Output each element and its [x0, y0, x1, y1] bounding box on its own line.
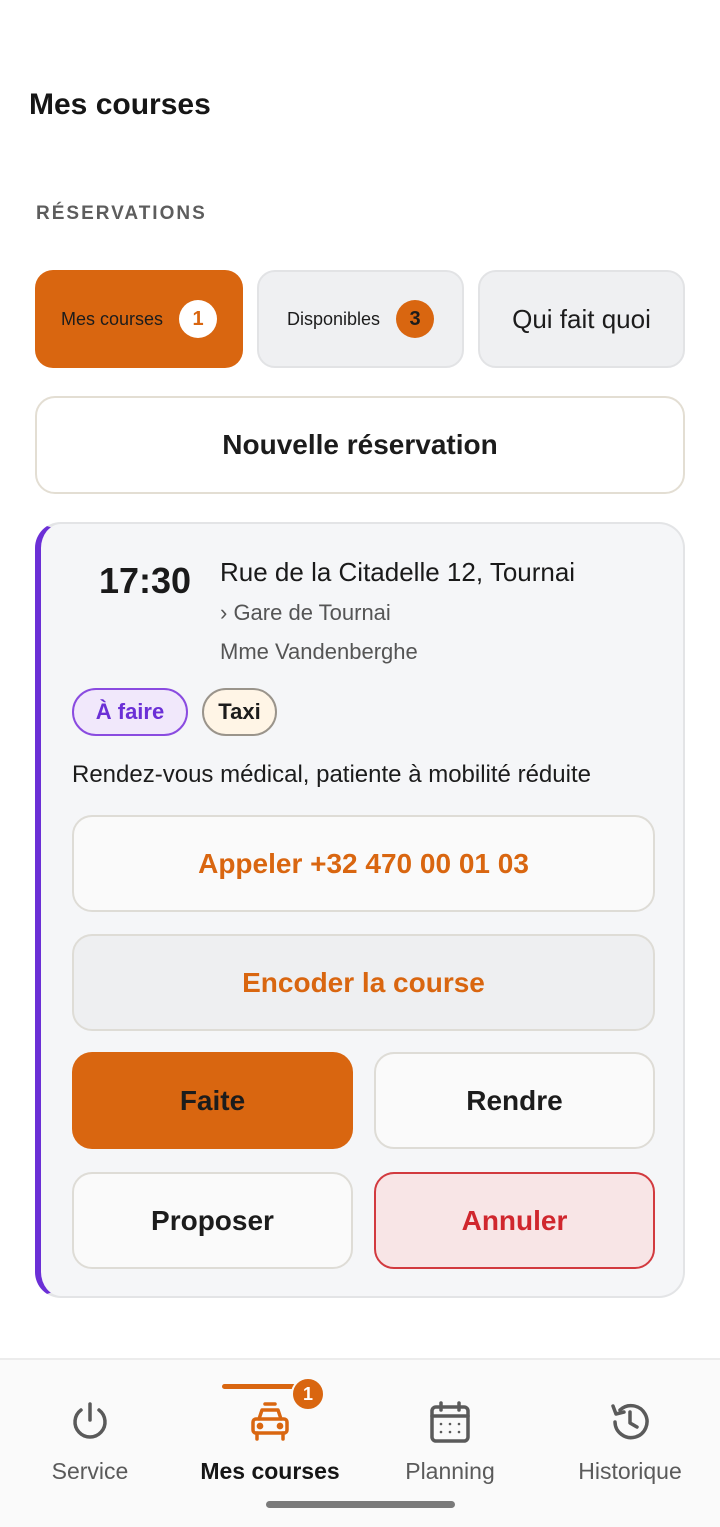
call-button[interactable]: Appeler +32 470 00 01 03 [72, 815, 655, 912]
done-button[interactable]: Faite [72, 1052, 353, 1149]
cancel-button[interactable]: Annuler [374, 1172, 655, 1269]
tab-mes-courses[interactable]: Mes courses 1 [35, 270, 243, 368]
nav-item-mes-courses[interactable]: Mes courses [180, 1360, 360, 1490]
encode-ride-button[interactable]: Encoder la course [72, 934, 655, 1031]
power-icon [66, 1398, 114, 1446]
count-badge: 3 [396, 300, 435, 338]
ride-address: Rue de la Citadelle 12, Tournai [220, 557, 576, 587]
propose-button[interactable]: Proposer [72, 1172, 353, 1269]
active-tab-indicator [222, 1384, 302, 1389]
ride-time: 17:30 [99, 560, 192, 601]
home-indicator[interactable] [266, 1501, 455, 1508]
page-title: Mes courses [29, 88, 211, 121]
history-icon [606, 1398, 654, 1446]
status-badge: À faire [72, 688, 188, 736]
ride-note: Rendez-vous médical, patiente à mobilité… [72, 761, 591, 788]
type-badge: Taxi [202, 688, 277, 736]
nav-label: Planning [405, 1458, 495, 1484]
tab-label: Qui fait quoi [512, 303, 651, 334]
give-back-button[interactable]: Rendre [374, 1052, 655, 1149]
nav-count-badge: 1 [291, 1377, 325, 1411]
nav-item-service[interactable]: Service [0, 1360, 180, 1490]
tab-label: Disponibles [286, 308, 381, 329]
ride-client: Mme Vandenberghe [220, 639, 418, 664]
nav-item-planning[interactable]: Planning [360, 1360, 540, 1490]
car-icon [246, 1398, 294, 1446]
nav-label: Historique [578, 1458, 682, 1484]
calendar-icon [426, 1398, 474, 1446]
nav-label: Service [51, 1458, 129, 1484]
ride-destination: › Gare de Tournai [220, 600, 391, 625]
tab-disponibles[interactable]: Disponibles 3 [257, 270, 464, 368]
nav-label: Mes courses [200, 1458, 340, 1484]
section-label: RÉSERVATIONS [36, 203, 207, 224]
tab-qui-fait-quoi[interactable]: Qui fait quoi [478, 270, 685, 368]
tab-label: Mes courses [60, 308, 164, 329]
nav-item-historique[interactable]: Historique [540, 1360, 720, 1490]
count-badge: 1 [179, 300, 218, 338]
new-reservation-button[interactable]: Nouvelle réservation [35, 396, 685, 494]
